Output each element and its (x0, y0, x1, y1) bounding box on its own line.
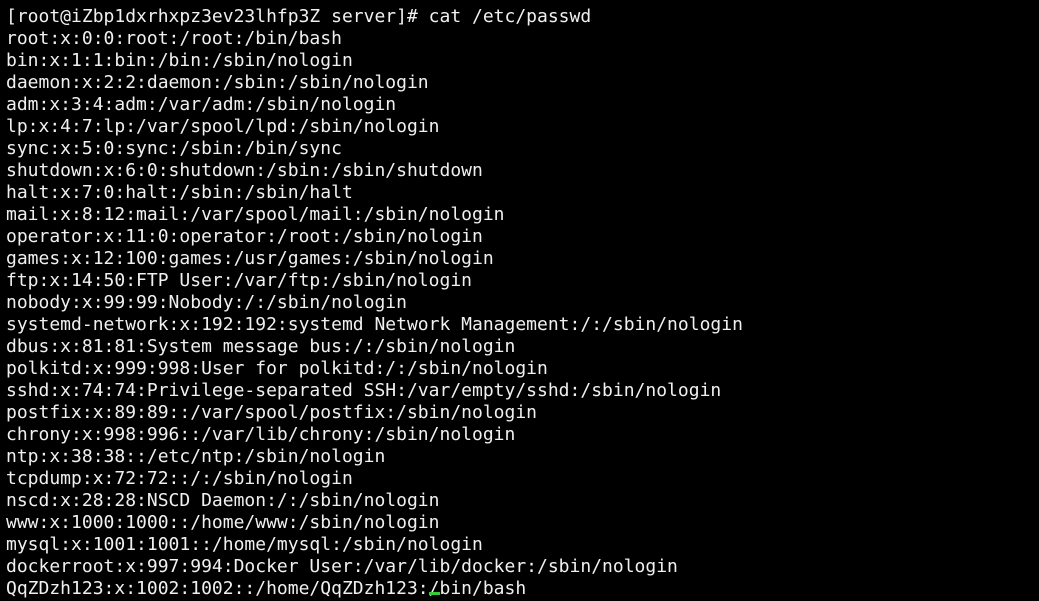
output-line: systemd-network:x:192:192:systemd Networ… (6, 314, 743, 335)
output-line: games:x:12:100:games:/usr/games:/sbin/no… (6, 248, 494, 269)
terminal-window[interactable]: [root@iZbp1dxrhxpz3ev23lhfp3Z server]# c… (0, 0, 1039, 601)
command-prompt-line: [root@iZbp1dxrhxpz3ev23lhfp3Z server]# c… (6, 6, 592, 27)
output-line: chrony:x:998:996::/var/lib/chrony:/sbin/… (6, 424, 516, 445)
output-line: ftp:x:14:50:FTP User:/var/ftp:/sbin/nolo… (6, 270, 472, 291)
output-line: halt:x:7:0:halt:/sbin:/sbin/halt (6, 182, 353, 203)
output-line: ntp:x:38:38::/etc/ntp:/sbin/nologin (6, 446, 386, 467)
output-line: postfix:x:89:89::/var/spool/postfix:/sbi… (6, 402, 538, 423)
output-line-last-prefix: QqZDzh123:x:1002:1002::/home/QqZDzh123: (6, 578, 429, 599)
output-line-last: QqZDzh123:x:1002:1002::/home/QqZDzh123: /… (6, 578, 1039, 600)
command-output: root:x:0:0:root:/root:/bin/bash bin:x:1:1… (6, 28, 1039, 578)
output-line: dbus:x:81:81:System message bus:/:/sbin/… (6, 336, 516, 357)
output-line: mail:x:8:12:mail:/var/spool/mail:/sbin/n… (6, 204, 505, 225)
output-line: shutdown:x:6:0:shutdown:/sbin:/sbin/shut… (6, 160, 483, 181)
output-line: operator:x:11:0:operator:/root:/sbin/nol… (6, 226, 483, 247)
output-line-last-suffix: /bin/bash (428, 578, 527, 599)
text-cursor (428, 592, 440, 595)
output-line: sync:x:5:0:sync:/sbin:/bin/sync (6, 138, 342, 159)
output-line: polkitd:x:999:998:User for polkitd:/:/sb… (6, 358, 548, 379)
output-line: root:x:0:0:root:/root:/bin/bash (6, 28, 342, 49)
output-line: adm:x:3:4:adm:/var/adm:/sbin/nologin (6, 94, 397, 115)
output-line: lp:x:4:7:lp:/var/spool/lpd:/sbin/nologin (6, 116, 440, 137)
output-line: sshd:x:74:74:Privilege-separated SSH:/va… (6, 380, 722, 401)
output-line: daemon:x:2:2:daemon:/sbin:/sbin/nologin (6, 72, 429, 93)
output-line: tcpdump:x:72:72::/:/sbin/nologin (6, 468, 353, 489)
output-line: nobody:x:99:99:Nobody:/:/sbin/nologin (6, 292, 407, 313)
output-line: mysql:x:1001:1001::/home/mysql:/sbin/nol… (6, 534, 483, 555)
output-line: nscd:x:28:28:NSCD Daemon:/:/sbin/nologin (6, 490, 440, 511)
output-line: dockerroot:x:997:994:Docker User:/var/li… (6, 556, 678, 577)
output-line: www:x:1000:1000::/home/www:/sbin/nologin (6, 512, 440, 533)
output-line: bin:x:1:1:bin:/bin:/sbin/nologin (6, 50, 353, 71)
